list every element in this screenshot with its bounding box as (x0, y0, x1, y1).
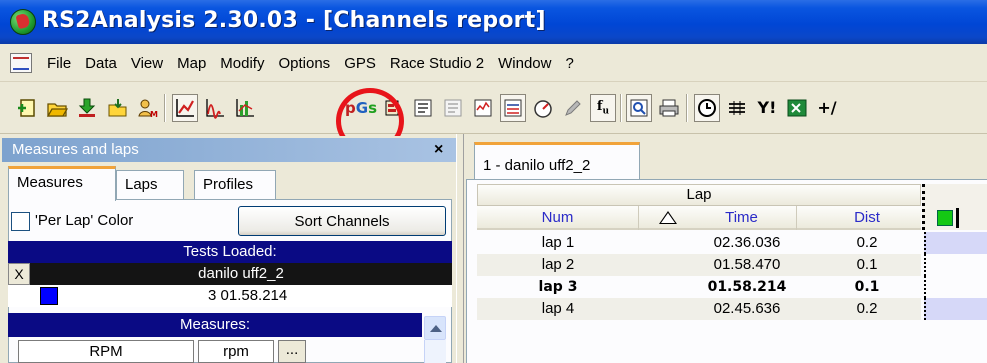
pencil-icon[interactable] (560, 94, 586, 122)
panel-header[interactable]: Measures and laps × (2, 138, 456, 162)
gauge-icon[interactable] (530, 94, 556, 122)
column-header-time[interactable]: Time (687, 206, 797, 230)
selected-lap-text: 3 01.58.214 (208, 287, 288, 304)
table-row[interactable]: lap 4 02.45.636 0.2 (477, 298, 921, 320)
bar-chart-icon[interactable] (232, 94, 258, 122)
close-icon[interactable]: × (434, 141, 443, 159)
yy-icon[interactable]: Y! (754, 94, 780, 122)
window-title: RS2Analysis 2.30.03 - [Channels report] (42, 8, 546, 33)
sort-ascending-icon[interactable] (659, 211, 677, 224)
menu-race-studio-2[interactable]: Race Studio 2 (383, 55, 491, 72)
lap-dist-cell: 0.1 (856, 256, 878, 273)
lap-time-cell: 02.36.036 (713, 234, 781, 251)
toolbar: M pGs fu Y! +/ (0, 82, 987, 134)
split-icon[interactable] (724, 94, 750, 122)
measure-more-button[interactable]: ... (278, 340, 306, 363)
wave-icon[interactable] (202, 94, 228, 122)
lap-time-cell: 01.58.470 (713, 256, 781, 273)
lap-num-cell: lap 1 (541, 234, 575, 251)
column-marker (956, 208, 959, 228)
scrollbar-track[interactable] (424, 340, 446, 363)
report-grey-icon[interactable] (440, 94, 466, 122)
menu-gps[interactable]: GPS (337, 55, 383, 72)
lap-dist-cell: 0.1 (854, 279, 880, 295)
document-system-icon[interactable] (10, 53, 32, 73)
menu-file[interactable]: File (40, 55, 78, 72)
lap-time-cell: 02.45.636 (713, 300, 781, 317)
selected-lap-row[interactable]: 3 01.58.214 (8, 285, 452, 307)
test-name: danilo uff2_2 (198, 265, 284, 282)
tab-measures[interactable]: Measures (8, 166, 116, 201)
extra-column-header (922, 184, 987, 230)
excel-icon[interactable] (784, 94, 810, 122)
lap-color-bar (924, 276, 987, 298)
panel-title: Measures and laps (12, 141, 139, 158)
tests-loaded-label: Tests Loaded: (183, 243, 277, 260)
toolbar-separator (164, 94, 166, 122)
menu-options[interactable]: Options (271, 55, 337, 72)
per-lap-color-checkbox[interactable] (11, 212, 30, 231)
menu-modify[interactable]: Modify (213, 55, 271, 72)
measures-header: Measures: (8, 313, 422, 337)
lap-color-bar (924, 232, 987, 254)
measure-name-cell[interactable]: RPM (18, 340, 194, 363)
print-icon[interactable] (656, 94, 682, 122)
chart-frame-icon[interactable] (470, 94, 496, 122)
column-header-num[interactable]: Num (477, 206, 639, 230)
lap-color-bar (924, 254, 987, 276)
zoom-icon[interactable] (626, 94, 652, 122)
new-file-icon[interactable] (14, 94, 40, 122)
plus-minus-icon[interactable]: +/ (814, 94, 840, 122)
report-icon[interactable] (410, 94, 436, 122)
channels-report-panel: 1 - danilo uff2_2 Lap Num Time Dist lap … (464, 134, 987, 363)
lap-dist-cell: 0.2 (856, 300, 878, 317)
download-icon[interactable] (74, 94, 100, 122)
lap-num-cell: lap 3 (538, 279, 578, 295)
column-header-row: Num Time Dist (477, 206, 921, 230)
scroll-up-button[interactable] (424, 316, 446, 340)
menu-view[interactable]: View (124, 55, 170, 72)
sort-channels-button[interactable]: Sort Channels (238, 206, 446, 236)
title-bar[interactable]: RS2Analysis 2.30.03 - [Channels report] (0, 0, 987, 44)
green-marker-icon (937, 210, 953, 226)
import-icon[interactable] (104, 94, 130, 122)
menu-data[interactable]: Data (78, 55, 124, 72)
lap-color-bar (924, 298, 987, 320)
svg-text:M: M (150, 110, 158, 119)
test-row[interactable]: X danilo uff2_2 (8, 263, 452, 285)
menu-map[interactable]: Map (170, 55, 213, 72)
lap-num-cell: lap 2 (541, 256, 575, 273)
fx-icon[interactable]: fu (590, 94, 616, 122)
menu-help[interactable]: ? (558, 55, 580, 72)
menu-items: File Data View Map Modify Options GPS Ra… (40, 44, 581, 82)
table-row-selected[interactable]: lap 3 01.58.214 0.1 (477, 276, 921, 298)
measure-unit-cell[interactable]: rpm (198, 340, 274, 363)
chart-frame-active-icon[interactable] (500, 94, 526, 122)
table-row[interactable]: lap 1 02.36.036 0.2 (477, 232, 921, 254)
line-chart-icon[interactable] (172, 94, 198, 122)
tab-test-1[interactable]: 1 - danilo uff2_2 (474, 142, 640, 180)
per-lap-color-label: 'Per Lap' Color (35, 212, 134, 229)
table-row[interactable]: lap 2 01.58.470 0.1 (477, 254, 921, 276)
app-logo-icon[interactable] (10, 9, 36, 35)
lap-dist-cell: 0.2 (856, 234, 878, 251)
lap-group-header: Lap (477, 184, 921, 206)
remove-test-button[interactable]: X (8, 263, 30, 285)
profile-icon[interactable]: M (134, 94, 160, 122)
tab-laps[interactable]: Laps (116, 170, 184, 200)
panel-splitter[interactable] (456, 134, 464, 363)
lap-time-cell: 01.58.214 (707, 279, 787, 295)
toolbar-separator (686, 94, 688, 122)
lap-color-swatch[interactable] (40, 287, 58, 305)
clock-icon[interactable] (694, 94, 720, 122)
lap-table: Lap Num Time Dist lap 1 02.36.036 0.2 la… (466, 179, 987, 363)
tab-profiles[interactable]: Profiles (194, 170, 276, 200)
menu-window[interactable]: Window (491, 55, 558, 72)
menu-bar: File Data View Map Modify Options GPS Ra… (0, 44, 987, 82)
open-folder-icon[interactable] (44, 94, 70, 122)
toolbar-separator (620, 94, 622, 122)
column-header-dist[interactable]: Dist (817, 206, 917, 230)
lap-num-cell: lap 4 (541, 300, 575, 317)
